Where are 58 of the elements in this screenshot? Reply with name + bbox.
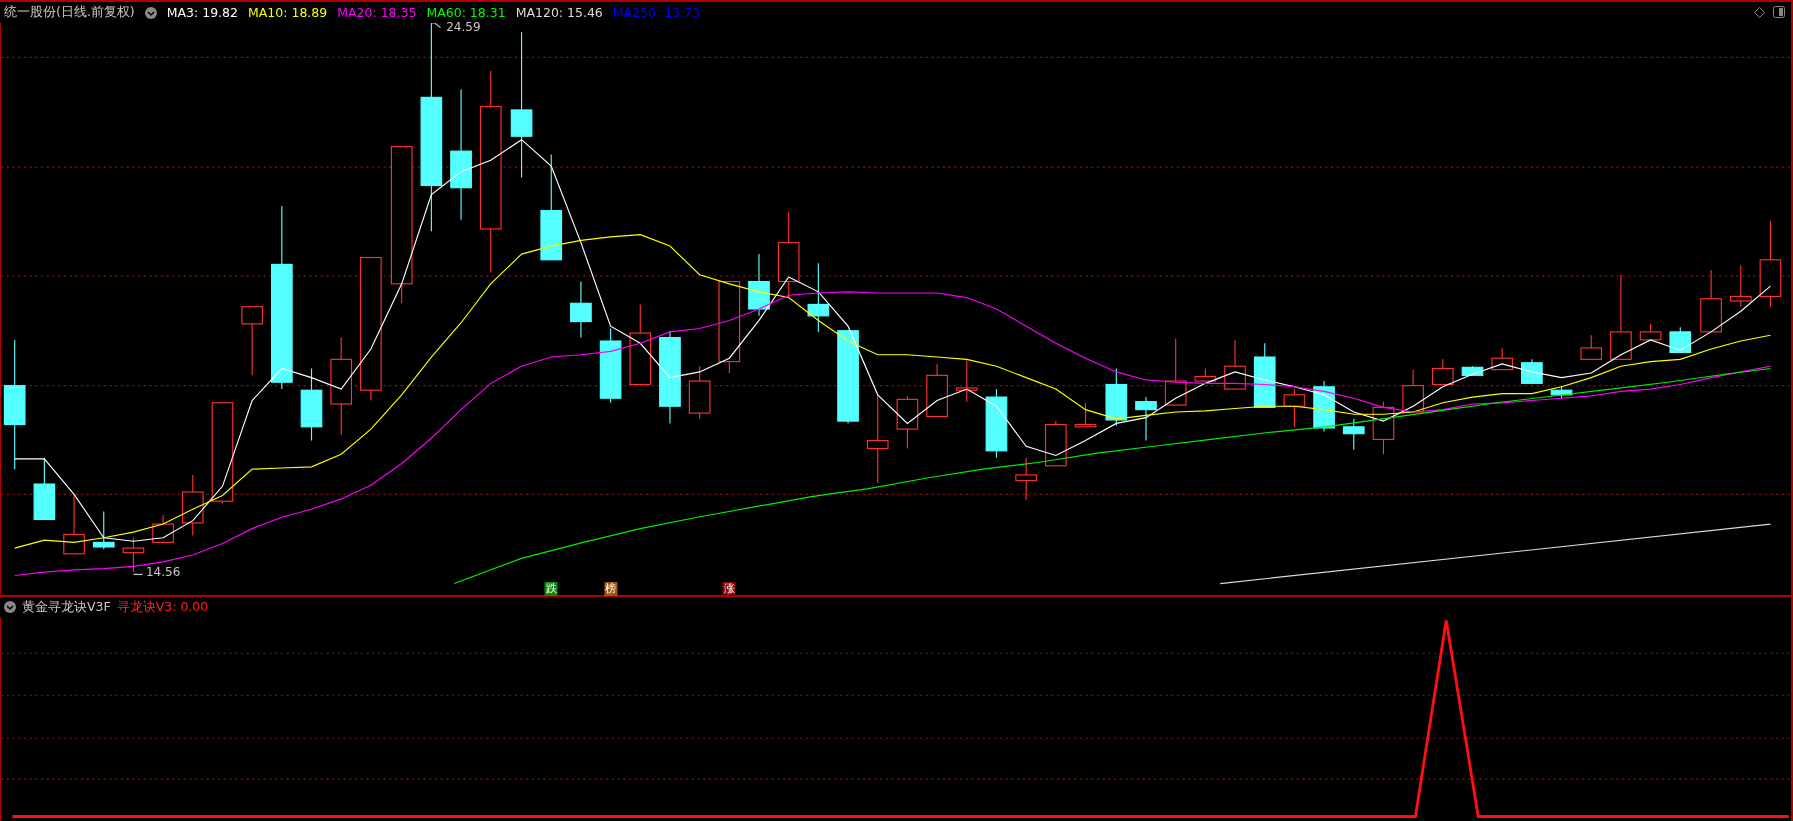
candlestick xyxy=(955,359,978,403)
candlestick xyxy=(181,474,204,537)
panel-toggle-icon[interactable] xyxy=(1773,6,1785,18)
candlestick xyxy=(152,514,174,543)
candlestick xyxy=(1729,264,1752,308)
high-price-label: 24.59 xyxy=(446,19,481,34)
candlestick xyxy=(1253,342,1276,408)
candlestick xyxy=(1491,347,1513,371)
candlestick xyxy=(570,280,592,339)
moving-average-label: MA20: 18.35 xyxy=(337,5,417,20)
stock-title: 统一股份(日线.前复权) xyxy=(4,4,135,21)
candlestick xyxy=(1402,369,1424,413)
moving-average-label: MA120: 15.46 xyxy=(515,5,603,20)
moving-average-label: MA10: 18.89 xyxy=(248,5,328,20)
candlestick xyxy=(63,493,85,555)
candlestick xyxy=(1015,457,1037,501)
leader-line xyxy=(132,573,144,575)
signal-marker: 榜 xyxy=(604,582,618,597)
candlestick xyxy=(1372,401,1395,455)
moving-average-label: MA250: 13.73 xyxy=(612,5,700,20)
candlestick xyxy=(1194,367,1217,382)
indicator-name: 黄金寻龙诀V3F xyxy=(22,598,111,616)
candlestick xyxy=(1224,339,1246,390)
candlestick xyxy=(1521,358,1543,384)
candlestick xyxy=(748,253,770,317)
candlestick xyxy=(1431,358,1454,386)
candlestick xyxy=(985,388,1008,459)
candlestick xyxy=(92,510,115,550)
candlestick xyxy=(241,306,263,376)
dropdown-icon[interactable] xyxy=(4,601,16,613)
candlestick xyxy=(896,395,919,450)
candlestick xyxy=(1283,388,1306,428)
candlestick xyxy=(1461,365,1484,376)
candlestick xyxy=(122,537,145,573)
signal-marker: 跌 xyxy=(544,582,558,597)
candlestick xyxy=(688,365,711,420)
leader-line xyxy=(430,23,442,29)
candlestick xyxy=(807,262,830,333)
moving-average-label: MA60: 18.31 xyxy=(426,5,506,20)
candlestick xyxy=(1639,323,1662,341)
candlestick xyxy=(1342,418,1365,451)
diamond-icon[interactable] xyxy=(1754,6,1765,18)
candlestick xyxy=(1700,269,1722,333)
candlestick xyxy=(1164,338,1187,406)
low-price-label: 14.56 xyxy=(145,565,181,580)
candlestick xyxy=(1045,420,1067,467)
candlestick xyxy=(1074,402,1097,428)
candlestick xyxy=(33,457,56,521)
candlestick xyxy=(1135,396,1157,442)
moving-average-label: MA3: 19.82 xyxy=(166,5,238,20)
dropdown-icon[interactable] xyxy=(144,6,157,19)
candlestick xyxy=(1550,386,1573,399)
candlestick xyxy=(1105,367,1128,427)
candlestick xyxy=(1580,334,1603,360)
candlestick xyxy=(1669,326,1692,354)
candlestick xyxy=(926,363,948,418)
indicator-reading: 寻龙诀V3: 0.00 xyxy=(116,598,209,616)
signal-marker: 涨 xyxy=(722,582,736,597)
